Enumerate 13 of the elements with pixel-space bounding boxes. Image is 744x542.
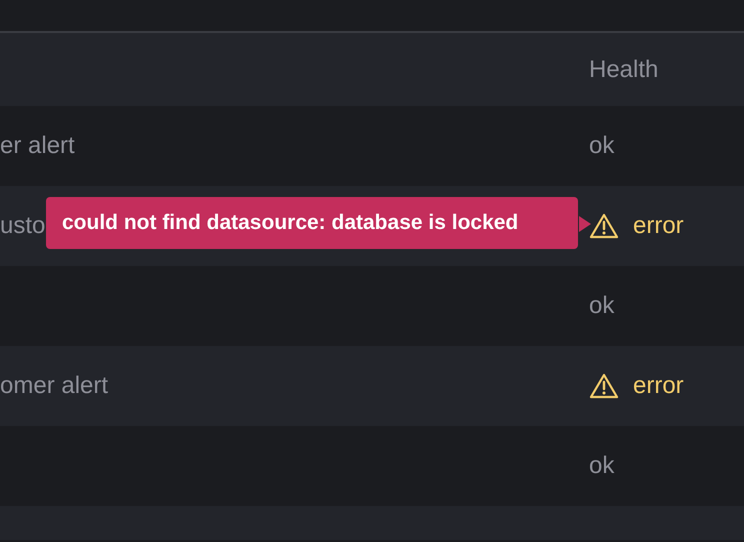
warning-icon: [589, 213, 619, 239]
error-tooltip: could not find datasource: database is locked: [46, 197, 578, 249]
health-status: error: [633, 211, 684, 241]
alert-name: er alert: [0, 131, 75, 161]
health-status: ok: [589, 451, 614, 481]
column-header[interactable]: Health: [589, 52, 658, 88]
warning-icon: [589, 373, 619, 399]
alert-name: usto: [0, 211, 46, 241]
tooltip-arrow: [579, 216, 591, 232]
health-status: error: [633, 371, 684, 401]
health-status: ok: [589, 291, 614, 321]
alert-name: omer alert: [0, 371, 108, 401]
health-status: ok: [589, 131, 614, 161]
